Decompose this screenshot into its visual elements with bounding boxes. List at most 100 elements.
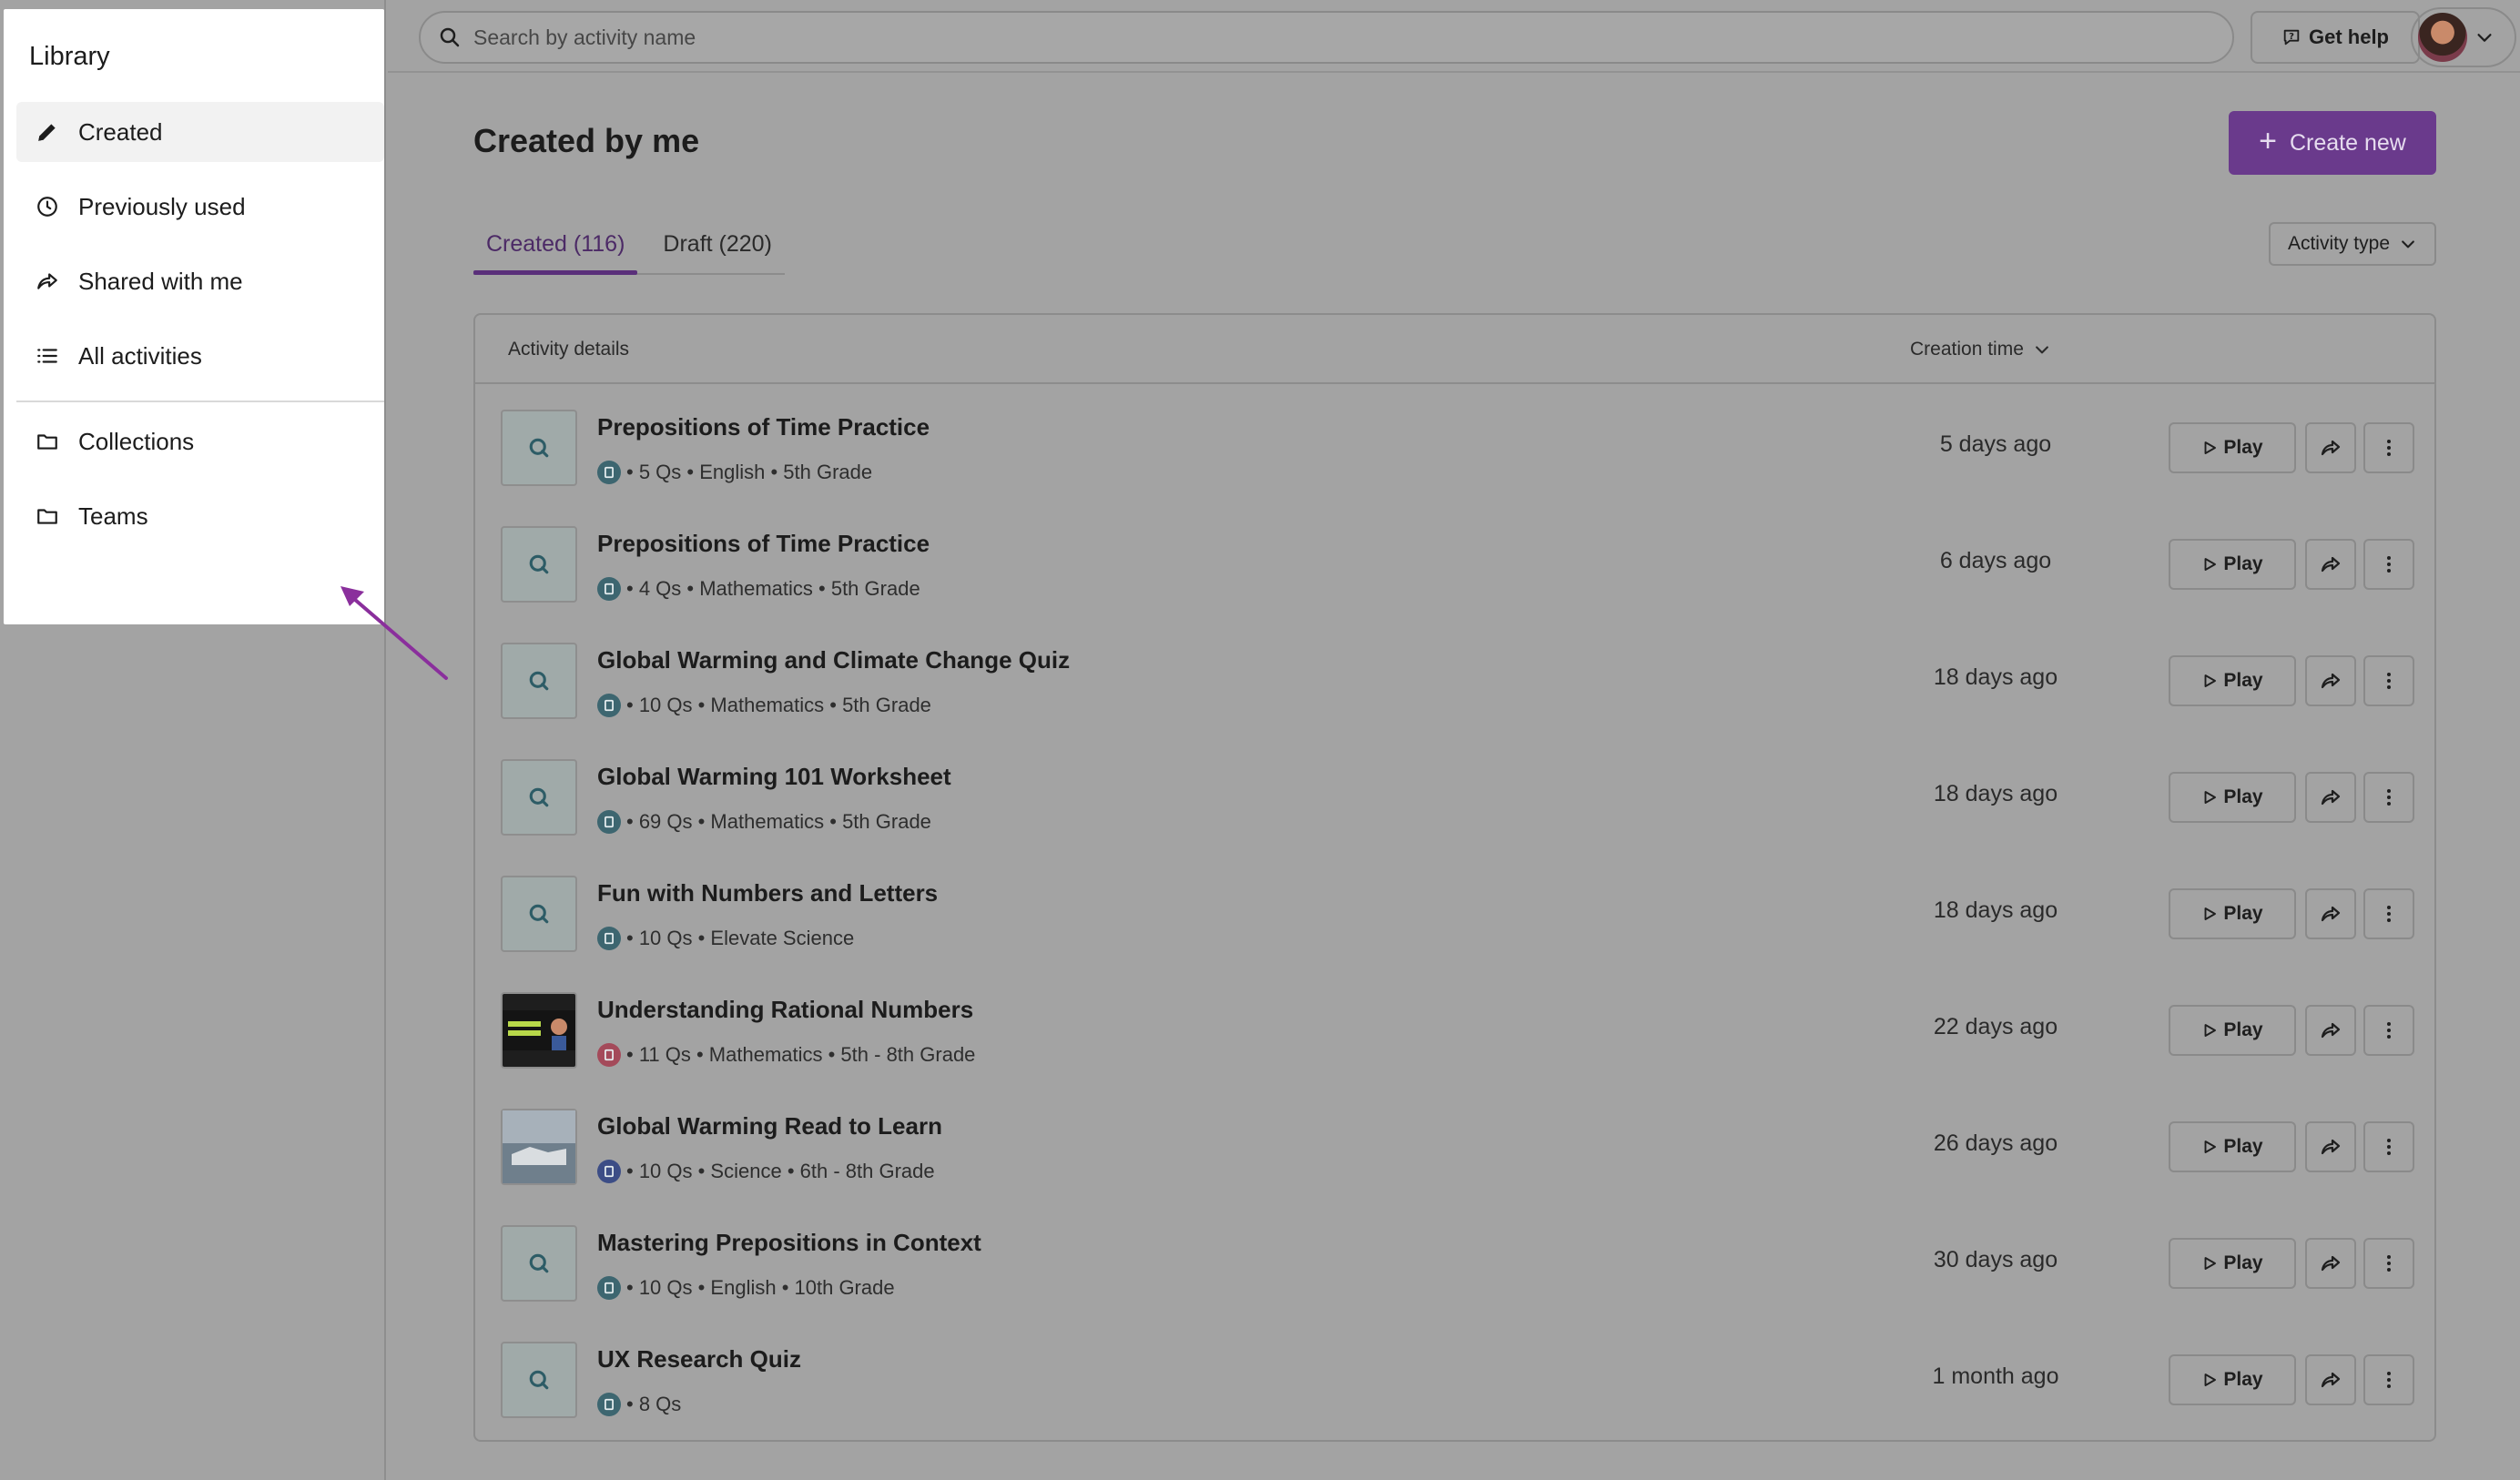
share-button[interactable] bbox=[2305, 539, 2356, 590]
user-menu[interactable] bbox=[2411, 7, 2516, 67]
share-button[interactable] bbox=[2305, 655, 2356, 706]
activity-thumbnail[interactable] bbox=[501, 1109, 577, 1185]
share-button[interactable] bbox=[2305, 1005, 2356, 1056]
table-row[interactable]: Global Warming and Climate Change Quiz • … bbox=[475, 621, 2434, 737]
activity-title[interactable]: Global Warming 101 Worksheet bbox=[597, 763, 951, 791]
play-icon bbox=[2201, 906, 2218, 922]
column-header-creation-time[interactable]: Creation time bbox=[1910, 339, 2051, 360]
activity-thumbnail[interactable] bbox=[501, 759, 577, 836]
table-row[interactable]: UX Research Quiz • 8 Qs 1 month ago Play bbox=[475, 1320, 2434, 1436]
share-button[interactable] bbox=[2305, 1238, 2356, 1289]
more-options-button[interactable] bbox=[2363, 1005, 2414, 1056]
activity-title[interactable]: Prepositions of Time Practice bbox=[597, 413, 930, 441]
nav-divider bbox=[16, 400, 384, 402]
play-button[interactable]: Play bbox=[2169, 888, 2296, 939]
play-button[interactable]: Play bbox=[2169, 1354, 2296, 1405]
activity-title[interactable]: Prepositions of Time Practice bbox=[597, 530, 930, 558]
activity-meta-text: • 5 Qs • English • 5th Grade bbox=[626, 461, 873, 483]
table-row[interactable]: Global Warming 101 Worksheet • 69 Qs • Ma… bbox=[475, 737, 2434, 854]
share-button[interactable] bbox=[2305, 1121, 2356, 1172]
activity-title[interactable]: Understanding Rational Numbers bbox=[597, 996, 973, 1024]
column-header-details: Activity details bbox=[508, 339, 630, 360]
activity-meta: • 10 Qs • Science • 6th - 8th Grade bbox=[597, 1160, 935, 1183]
activity-title[interactable]: Mastering Prepositions in Context bbox=[597, 1229, 981, 1257]
table-row[interactable]: Prepositions of Time Practice • 5 Qs • En… bbox=[475, 388, 2434, 504]
activity-type-filter[interactable]: Activity type bbox=[2269, 222, 2436, 266]
table-row[interactable]: Mastering Prepositions in Context • 10 Qs… bbox=[475, 1203, 2434, 1320]
activity-thumbnail[interactable] bbox=[501, 643, 577, 719]
activity-title[interactable]: Fun with Numbers and Letters bbox=[597, 879, 938, 907]
activity-meta-text: • 10 Qs • Elevate Science bbox=[626, 927, 855, 949]
nav-item-shared-with-me[interactable]: Shared with me bbox=[16, 251, 384, 311]
nav-item-teams[interactable]: Teams bbox=[16, 486, 384, 546]
activity-type-label: Activity type bbox=[2287, 233, 2391, 254]
share-icon bbox=[2320, 670, 2342, 692]
activity-thumbnail[interactable] bbox=[501, 526, 577, 603]
more-options-button[interactable] bbox=[2363, 422, 2414, 473]
activity-thumbnail[interactable] bbox=[501, 1342, 577, 1418]
get-help-button[interactable]: ? Get help bbox=[2251, 11, 2420, 64]
activity-title[interactable]: Global Warming and Climate Change Quiz bbox=[597, 646, 1070, 674]
nav-item-all-activities[interactable]: All activities bbox=[16, 326, 384, 386]
more-vertical-icon bbox=[2378, 670, 2400, 692]
table-row[interactable]: Prepositions of Time Practice • 4 Qs • Ma… bbox=[475, 504, 2434, 621]
play-button[interactable]: Play bbox=[2169, 655, 2296, 706]
table-row[interactable]: Fun with Numbers and Letters • 10 Qs • El… bbox=[475, 854, 2434, 970]
create-new-button[interactable]: + Create new bbox=[2229, 111, 2436, 175]
activity-title[interactable]: Global Warming Read to Learn bbox=[597, 1112, 942, 1140]
share-icon bbox=[2320, 553, 2342, 575]
more-options-button[interactable] bbox=[2363, 888, 2414, 939]
search-input[interactable] bbox=[473, 25, 2112, 50]
search-icon bbox=[525, 1366, 553, 1394]
share-button[interactable] bbox=[2305, 772, 2356, 823]
play-button[interactable]: Play bbox=[2169, 1238, 2296, 1289]
play-label: Play bbox=[2223, 670, 2263, 691]
play-button[interactable]: Play bbox=[2169, 1121, 2296, 1172]
more-options-button[interactable] bbox=[2363, 1121, 2414, 1172]
more-options-button[interactable] bbox=[2363, 1354, 2414, 1405]
activity-thumbnail[interactable] bbox=[501, 410, 577, 486]
more-options-button[interactable] bbox=[2363, 772, 2414, 823]
table-row[interactable]: Understanding Rational Numbers • 11 Qs • … bbox=[475, 970, 2434, 1087]
share-button[interactable] bbox=[2305, 422, 2356, 473]
play-button[interactable]: Play bbox=[2169, 772, 2296, 823]
play-button[interactable]: Play bbox=[2169, 1005, 2296, 1056]
more-options-button[interactable] bbox=[2363, 1238, 2414, 1289]
activity-thumbnail[interactable] bbox=[501, 1225, 577, 1302]
library-panel: Library Created Previously used Shared w… bbox=[4, 9, 384, 624]
more-options-button[interactable] bbox=[2363, 655, 2414, 706]
page-title: Created by me bbox=[473, 122, 700, 159]
activity-thumbnail[interactable] bbox=[501, 876, 577, 952]
nav-item-previously-used[interactable]: Previously used bbox=[16, 177, 384, 237]
tab-draft[interactable]: Draft (220) bbox=[650, 222, 784, 273]
creation-time: 5 days ago bbox=[1939, 431, 2052, 457]
creation-time: 1 month ago bbox=[1932, 1363, 2059, 1389]
play-icon bbox=[2201, 1139, 2218, 1155]
play-button[interactable]: Play bbox=[2169, 539, 2296, 590]
nav-item-collections[interactable]: Collections bbox=[16, 411, 384, 471]
activity-title[interactable]: UX Research Quiz bbox=[597, 1345, 801, 1374]
activity-meta-text: • 69 Qs • Mathematics • 5th Grade bbox=[626, 810, 931, 833]
table-row[interactable]: Global Warming Read to Learn • 10 Qs • Sc… bbox=[475, 1087, 2434, 1203]
play-label: Play bbox=[2223, 553, 2263, 574]
activity-meta-text: • 10 Qs • Mathematics • 5th Grade bbox=[626, 694, 931, 716]
tab-created[interactable]: Created (116) bbox=[473, 222, 638, 275]
tabs: Created (116) Draft (220) bbox=[473, 222, 785, 275]
search-icon bbox=[525, 667, 553, 694]
share-icon bbox=[2320, 903, 2342, 925]
activity-thumbnail[interactable] bbox=[501, 992, 577, 1069]
avatar bbox=[2418, 13, 2467, 62]
share-button[interactable] bbox=[2305, 888, 2356, 939]
more-vertical-icon bbox=[2378, 553, 2400, 575]
worksheet-icon bbox=[597, 927, 621, 950]
plus-icon: + bbox=[2259, 123, 2277, 158]
creation-time: 18 days ago bbox=[1933, 897, 2058, 923]
share-button[interactable] bbox=[2305, 1354, 2356, 1405]
share-icon bbox=[2320, 1252, 2342, 1274]
nav-item-label: Created bbox=[78, 117, 163, 146]
nav-item-created[interactable]: Created bbox=[16, 102, 384, 162]
play-button[interactable]: Play bbox=[2169, 422, 2296, 473]
nav-item-label: Previously used bbox=[78, 192, 246, 220]
more-options-button[interactable] bbox=[2363, 539, 2414, 590]
share-icon bbox=[2320, 1136, 2342, 1158]
